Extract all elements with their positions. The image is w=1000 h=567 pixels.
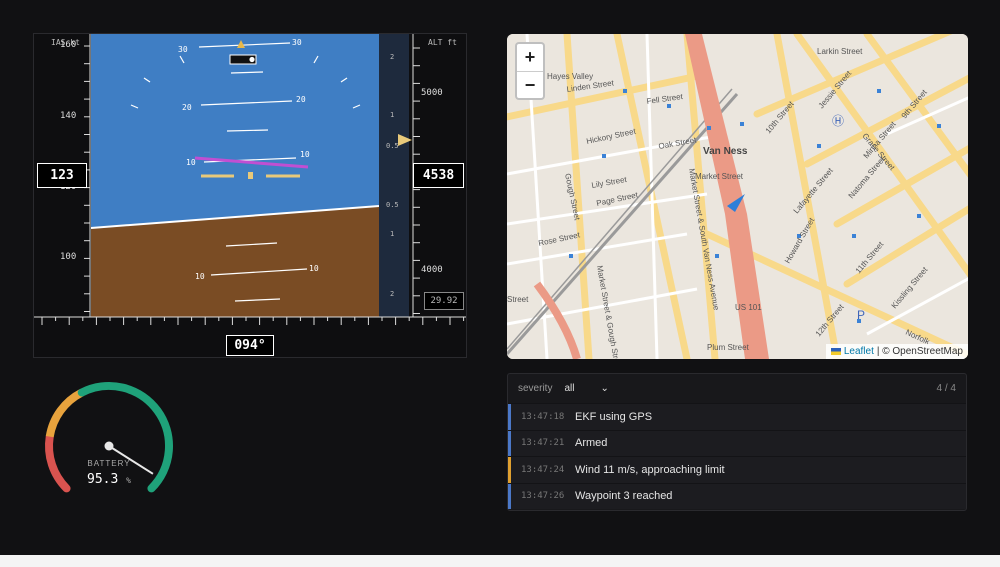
log-entry[interactable]: 13:47:24 Wind 11 m/s, approaching limit (508, 456, 966, 483)
pitch-label: 30 (292, 38, 302, 47)
heading-readout: 094° (226, 335, 274, 356)
speed-tick-label: 100 (60, 252, 77, 262)
log-message: Waypoint 3 reached (575, 490, 673, 503)
zoom-in-button[interactable]: + (517, 44, 543, 71)
vs-tick-label: 1 (390, 230, 395, 238)
pitch-label: 10 (195, 272, 205, 281)
footer (0, 555, 1000, 567)
battery-gauge: BATTERY 95.3 % (40, 378, 180, 498)
alt-tick-label: 5000 (421, 88, 443, 98)
chevron-down-icon: ⌄ (600, 383, 609, 394)
zoom-out-button[interactable]: − (517, 71, 543, 98)
vertical-speed-tape (379, 34, 409, 317)
log-message: Wind 11 m/s, approaching limit (575, 463, 725, 476)
pitch-label: 20 (296, 95, 306, 104)
alt-label: ALT ft (428, 38, 457, 47)
log-message: EKF using GPS (575, 410, 653, 423)
baro-setting[interactable]: 29.92 (424, 292, 464, 310)
pitch-label: 10 (309, 264, 319, 273)
flag-icon (830, 348, 841, 355)
severity-bar (508, 404, 511, 430)
log-entry[interactable]: 13:47:21 Armed (508, 429, 966, 456)
log-entry[interactable]: 13:47:26 Waypoint 3 reached (508, 482, 966, 509)
pitch-label: 20 (182, 103, 192, 112)
log-header: severity all ⌄ 4 / 4 (508, 374, 966, 403)
log-time: 13:47:26 (521, 491, 565, 502)
log-list: 13:47:18 EKF using GPS 13:47:21 Armed 13:47:… (508, 403, 966, 509)
severity-bar (508, 457, 511, 483)
vs-tick-label: 2 (390, 290, 395, 298)
zoom-control: + − (515, 42, 545, 100)
log-time: 13:47:18 (521, 411, 565, 422)
street-label: Van Ness (703, 146, 748, 157)
gauge-label: BATTERY (87, 459, 131, 468)
pitch-label: 30 (178, 45, 188, 54)
log-count: 4 / 4 (936, 383, 956, 394)
vs-tick-label: 0.5 (386, 201, 399, 209)
log-message: Armed (575, 437, 608, 450)
log-time: 13:47:24 (521, 464, 565, 475)
street-label: US 101 (735, 303, 762, 312)
severity-bar (508, 430, 511, 456)
map[interactable]: Hayes Valley Linden Street Fell Street Hick… (507, 34, 968, 359)
street-label: Hayes Valley (547, 72, 593, 81)
airspeed-readout: 123 (37, 163, 87, 188)
pitch-label: 10 (186, 158, 196, 167)
dashboard: 30 30 20 20 10 10 10 10 IAS kt ALT ft 16… (0, 0, 1000, 567)
street-label: Market Street (695, 172, 744, 181)
leaflet-link[interactable]: Leaflet (844, 346, 874, 357)
altitude-readout: 4538 (413, 163, 464, 188)
hospital-icon: Ⓗ (832, 114, 844, 128)
log-time: 13:47:21 (521, 438, 565, 449)
street-label: Street (507, 295, 529, 304)
severity-bar (508, 483, 511, 509)
severity-label: severity (518, 383, 553, 394)
osm-attribution[interactable]: | © OpenStreetMap (877, 346, 963, 357)
map-attribution: Leaflet | © OpenStreetMap (825, 344, 968, 359)
vs-tick-label: 2 (390, 53, 395, 61)
gauge-arc-mid (45, 388, 84, 438)
severity-select[interactable]: all ⌄ (564, 383, 608, 394)
vs-tick-label: 1 (390, 111, 395, 119)
pitch-label: 10 (300, 150, 310, 159)
gauge-value: 95.3 % (87, 472, 131, 487)
speed-tick-label: 140 (60, 111, 77, 121)
speed-tick-label: 160 (60, 40, 77, 50)
street-label: Plum Street (707, 343, 750, 352)
parking-icon: P (857, 308, 865, 322)
primary-flight-display: 30 30 20 20 10 10 10 10 IAS kt ALT ft 16… (33, 33, 467, 358)
message-log: severity all ⌄ 4 / 4 13:47:18 EKF using G… (507, 373, 967, 511)
vs-tick-label: 0.5 (386, 142, 399, 150)
alt-tick-label: 4000 (421, 265, 443, 275)
log-entry[interactable]: 13:47:18 EKF using GPS (508, 403, 966, 430)
gauge-hub (104, 441, 114, 451)
street-label: Larkin Street (817, 47, 863, 56)
